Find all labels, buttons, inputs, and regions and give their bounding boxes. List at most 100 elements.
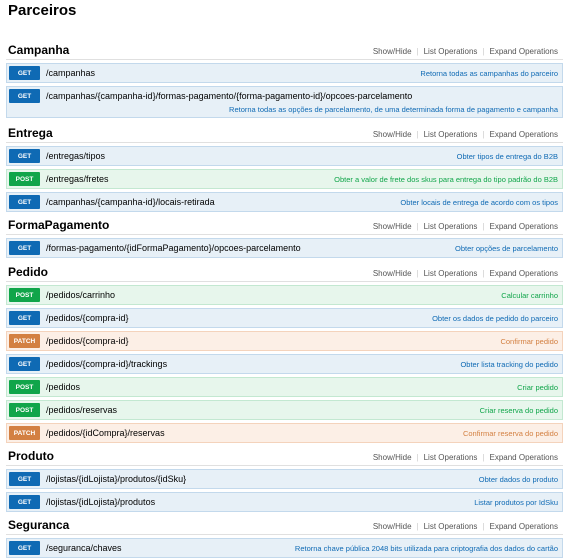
- endpoint-description[interactable]: Retorna todas as campanhas do parceiro: [420, 69, 558, 78]
- expand-operations-link[interactable]: Expand Operations: [490, 47, 559, 56]
- section-header: Entrega Show/Hide | List Operations | Expa…: [6, 123, 563, 143]
- list-operations-link[interactable]: List Operations: [424, 453, 478, 462]
- endpoint-description[interactable]: Obter a valor de frete dos skus para ent…: [334, 175, 558, 184]
- section-header: Pedido Show/Hide | List Operations | Expan…: [6, 262, 563, 282]
- endpoint-path[interactable]: /pedidos/{compra-id}: [46, 313, 129, 323]
- method-badge[interactable]: GET: [9, 195, 40, 209]
- method-badge[interactable]: PATCH: [9, 334, 40, 348]
- endpoint-path[interactable]: /seguranca/chaves: [46, 543, 122, 553]
- list-operations-link[interactable]: List Operations: [424, 222, 478, 231]
- endpoint-row[interactable]: PATCH /pedidos/{compra-id} Confirmar ped…: [6, 331, 563, 351]
- endpoint-path[interactable]: /pedidos: [46, 382, 80, 392]
- section-title[interactable]: Campanha: [8, 43, 69, 57]
- endpoint-description[interactable]: Obter os dados de pedido do parceiro: [432, 314, 558, 323]
- endpoint-path[interactable]: /pedidos/{idCompra}/reservas: [46, 428, 165, 438]
- endpoint-row[interactable]: POST /entregas/fretes Obter a valor de f…: [6, 169, 563, 189]
- section-header: Seguranca Show/Hide | List Operations | Ex…: [6, 515, 563, 535]
- endpoint-description[interactable]: Criar pedido: [517, 383, 558, 392]
- endpoint-row[interactable]: GET /pedidos/{compra-id} Obter os dados …: [6, 308, 563, 328]
- endpoint-path[interactable]: /entregas/fretes: [46, 174, 109, 184]
- section-entrega: Entrega Show/Hide | List Operations | Expa…: [6, 123, 563, 212]
- show-hide-link[interactable]: Show/Hide: [373, 522, 412, 531]
- endpoint-path[interactable]: /pedidos/{compra-id}/trackings: [46, 359, 167, 369]
- endpoint-row[interactable]: PATCH /pedidos/{idCompra}/reservas Confi…: [6, 423, 563, 443]
- endpoint-row[interactable]: POST /pedidos/reservas Criar reserva do …: [6, 400, 563, 420]
- endpoint-description[interactable]: Obter dados do produto: [479, 475, 558, 484]
- endpoint-description[interactable]: Obter locais de entrega de acordo com os…: [400, 198, 558, 207]
- method-badge[interactable]: GET: [9, 357, 40, 371]
- endpoint-description[interactable]: Confirmar pedido: [500, 337, 558, 346]
- method-badge[interactable]: POST: [9, 380, 40, 394]
- expand-operations-link[interactable]: Expand Operations: [490, 222, 559, 231]
- show-hide-link[interactable]: Show/Hide: [373, 130, 412, 139]
- endpoint-path[interactable]: /pedidos/carrinho: [46, 290, 115, 300]
- endpoint-description[interactable]: Obter lista tracking do pedido: [460, 360, 558, 369]
- endpoint-row[interactable]: GET /pedidos/{compra-id}/trackings Obter…: [6, 354, 563, 374]
- method-badge[interactable]: GET: [9, 495, 40, 509]
- endpoint-row[interactable]: GET /campanhas/{campanha-id}/formas-paga…: [6, 86, 563, 118]
- endpoint-row[interactable]: GET /seguranca/chaves Retorna chave públ…: [6, 538, 563, 558]
- endpoint-description[interactable]: Calcular carrinho: [501, 291, 558, 300]
- show-hide-link[interactable]: Show/Hide: [373, 453, 412, 462]
- endpoint-row[interactable]: GET /entregas/tipos Obter tipos de entre…: [6, 146, 563, 166]
- section-operations: Show/Hide | List Operations | Expand Opera…: [372, 222, 559, 231]
- endpoint-description[interactable]: Criar reserva do pedido: [480, 406, 558, 415]
- section-produto: Produto Show/Hide | List Operations | Expa…: [6, 446, 563, 512]
- method-badge[interactable]: POST: [9, 172, 40, 186]
- endpoint-path[interactable]: /pedidos/{compra-id}: [46, 336, 129, 346]
- method-badge[interactable]: GET: [9, 472, 40, 486]
- section-header: FormaPagamento Show/Hide | List Operation…: [6, 215, 563, 235]
- method-badge[interactable]: POST: [9, 403, 40, 417]
- section-header: Produto Show/Hide | List Operations | Expa…: [6, 446, 563, 466]
- expand-operations-link[interactable]: Expand Operations: [490, 269, 559, 278]
- list-operations-link[interactable]: List Operations: [424, 47, 478, 56]
- endpoint-description[interactable]: Obter opções de parcelamento: [455, 244, 558, 253]
- endpoint-path[interactable]: /campanhas: [46, 68, 95, 78]
- endpoint-row[interactable]: POST /pedidos/carrinho Calcular carrinho: [6, 285, 563, 305]
- endpoint-description[interactable]: Retorna chave pública 2048 bits utilizad…: [295, 544, 558, 553]
- section-operations: Show/Hide | List Operations | Expand Opera…: [372, 522, 559, 531]
- method-badge[interactable]: GET: [9, 311, 40, 325]
- endpoint-path[interactable]: /campanhas/{campanha-id}/formas-pagament…: [46, 91, 412, 101]
- section-title[interactable]: Produto: [8, 449, 54, 463]
- show-hide-link[interactable]: Show/Hide: [373, 47, 412, 56]
- endpoint-row[interactable]: GET /lojistas/{idLojista}/produtos Lista…: [6, 492, 563, 512]
- endpoint-description[interactable]: Retorna todas as opções de parcelamento,…: [229, 105, 558, 114]
- endpoint-path[interactable]: /formas-pagamento/{idFormaPagamento}/opc…: [46, 243, 301, 253]
- section-title[interactable]: Pedido: [8, 265, 48, 279]
- endpoint-path[interactable]: /pedidos/reservas: [46, 405, 117, 415]
- endpoint-description[interactable]: Confirmar reserva do pedido: [463, 429, 558, 438]
- endpoint-path[interactable]: /lojistas/{idLojista}/produtos/{idSku}: [46, 474, 186, 484]
- expand-operations-link[interactable]: Expand Operations: [490, 522, 559, 531]
- method-badge[interactable]: GET: [9, 89, 40, 103]
- method-badge[interactable]: PATCH: [9, 426, 40, 440]
- expand-operations-link[interactable]: Expand Operations: [490, 453, 559, 462]
- endpoint-row[interactable]: GET /formas-pagamento/{idFormaPagamento}…: [6, 238, 563, 258]
- show-hide-link[interactable]: Show/Hide: [373, 269, 412, 278]
- method-badge[interactable]: GET: [9, 241, 40, 255]
- section-title[interactable]: FormaPagamento: [8, 218, 109, 232]
- endpoint-description[interactable]: Listar produtos por IdSku: [474, 498, 558, 507]
- section-title[interactable]: Entrega: [8, 126, 53, 140]
- endpoint-row[interactable]: GET /lojistas/{idLojista}/produtos/{idSk…: [6, 469, 563, 489]
- section-seguranca: Seguranca Show/Hide | List Operations | Ex…: [6, 515, 563, 558]
- expand-operations-link[interactable]: Expand Operations: [490, 130, 559, 139]
- section-title[interactable]: Seguranca: [8, 518, 69, 532]
- endpoint-description[interactable]: Obter tipos de entrega do B2B: [457, 152, 558, 161]
- endpoint-path[interactable]: /campanhas/{campanha-id}/locais-retirada: [46, 197, 215, 207]
- endpoint-path[interactable]: /entregas/tipos: [46, 151, 105, 161]
- method-badge[interactable]: POST: [9, 288, 40, 302]
- section-operations: Show/Hide | List Operations | Expand Opera…: [372, 453, 559, 462]
- endpoint-path[interactable]: /lojistas/{idLojista}/produtos: [46, 497, 155, 507]
- list-operations-link[interactable]: List Operations: [424, 522, 478, 531]
- endpoint-row[interactable]: POST /pedidos Criar pedido: [6, 377, 563, 397]
- method-badge[interactable]: GET: [9, 541, 40, 555]
- list-operations-link[interactable]: List Operations: [424, 130, 478, 139]
- endpoint-row[interactable]: GET /campanhas Retorna todas as campanha…: [6, 63, 563, 83]
- method-badge[interactable]: GET: [9, 66, 40, 80]
- method-badge[interactable]: GET: [9, 149, 40, 163]
- show-hide-link[interactable]: Show/Hide: [373, 222, 412, 231]
- list-operations-link[interactable]: List Operations: [424, 269, 478, 278]
- endpoint-row[interactable]: GET /campanhas/{campanha-id}/locais-reti…: [6, 192, 563, 212]
- page-title: Parceiros: [8, 2, 77, 19]
